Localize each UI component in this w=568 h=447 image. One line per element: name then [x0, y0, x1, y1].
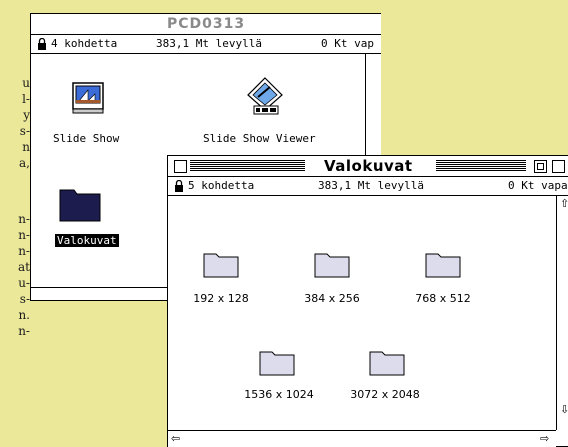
free-space: 0 Kt vapa [508, 179, 568, 192]
title-bar[interactable]: Valokuvat [168, 156, 568, 177]
horizontal-scrollbar[interactable]: ⇦ ⇨ [168, 430, 556, 447]
background-text-line: n- [18, 212, 30, 226]
slide-show-label[interactable]: Slide Show [53, 132, 119, 145]
background-text-line: u [22, 76, 30, 90]
background-text-line: l- [22, 92, 30, 106]
slide-show-viewer-label[interactable]: Slide Show Viewer [203, 132, 316, 145]
collapse-box[interactable] [552, 160, 565, 173]
background-text-line: n- [18, 324, 30, 338]
title-bar[interactable]: PCD0313 [31, 14, 381, 35]
scroll-left-arrow-icon[interactable]: ⇦ [171, 433, 180, 444]
window-title: Valokuvat [316, 157, 421, 175]
folder-icon[interactable] [425, 250, 461, 278]
background-text-line: s- [19, 292, 30, 306]
background-text-line: at [18, 260, 30, 274]
background-text-line: y [23, 108, 30, 122]
lock-icon [175, 180, 183, 192]
folder-label[interactable]: 384 x 256 [287, 292, 377, 305]
vertical-scrollbar[interactable]: ⇧ ⇩ [556, 196, 568, 430]
background-text-line: n. [18, 308, 30, 322]
folder-icon[interactable] [369, 348, 405, 376]
folder-label[interactable]: 1536 x 1024 [234, 388, 324, 401]
folder-label[interactable]: 192 x 128 [176, 292, 266, 305]
folder-icon[interactable] [203, 250, 239, 278]
slide-show-viewer-icon[interactable] [244, 76, 286, 116]
window-info-bar: 5 kohdetta 383,1 Mt levyllä 0 Kt vapa [168, 177, 568, 196]
zoom-box[interactable] [534, 160, 547, 173]
folder-label[interactable]: 3072 x 2048 [340, 388, 430, 401]
lock-icon [38, 38, 46, 50]
free-space: 0 Kt vap [321, 37, 374, 50]
scroll-up-arrow-icon[interactable]: ⇧ [560, 198, 568, 209]
scroll-right-arrow-icon[interactable]: ⇨ [540, 433, 549, 444]
close-box[interactable] [174, 160, 187, 173]
item-count: 5 kohdetta [188, 179, 255, 192]
folder-icon[interactable] [58, 184, 102, 222]
title-stripes [190, 160, 305, 172]
background-text-line: u- [18, 276, 30, 290]
background-text-line: n- [18, 228, 30, 242]
title-stripes [436, 160, 526, 172]
background-text-line: s- [19, 124, 30, 138]
disk-usage: 383,1 Mt levyllä [156, 37, 262, 50]
finder-window-valokuvat[interactable]: Valokuvat 5 kohdetta 383,1 Mt levyllä 0 … [167, 155, 568, 447]
folder-label[interactable]: 768 x 512 [398, 292, 488, 305]
valokuvat-label[interactable]: Valokuvat [55, 234, 119, 247]
window-title: PCD0313 [166, 16, 246, 32]
disk-usage: 383,1 Mt levyllä [318, 179, 424, 192]
window-info-bar: 4 kohdetta 383,1 Mt levyllä 0 Kt vap [31, 35, 381, 54]
background-text-line: a, [19, 156, 30, 170]
folder-icon[interactable] [259, 348, 295, 376]
background-text-line: n- [18, 244, 30, 258]
background-text-line: n [22, 140, 30, 154]
item-count: 4 kohdetta [51, 37, 118, 50]
window-content: 192 x 128 384 x 256 768 x 512 1536 x 102… [168, 196, 556, 430]
folder-icon[interactable] [314, 250, 350, 278]
scroll-down-arrow-icon[interactable]: ⇩ [560, 404, 568, 415]
slide-show-app-icon[interactable] [71, 82, 105, 114]
